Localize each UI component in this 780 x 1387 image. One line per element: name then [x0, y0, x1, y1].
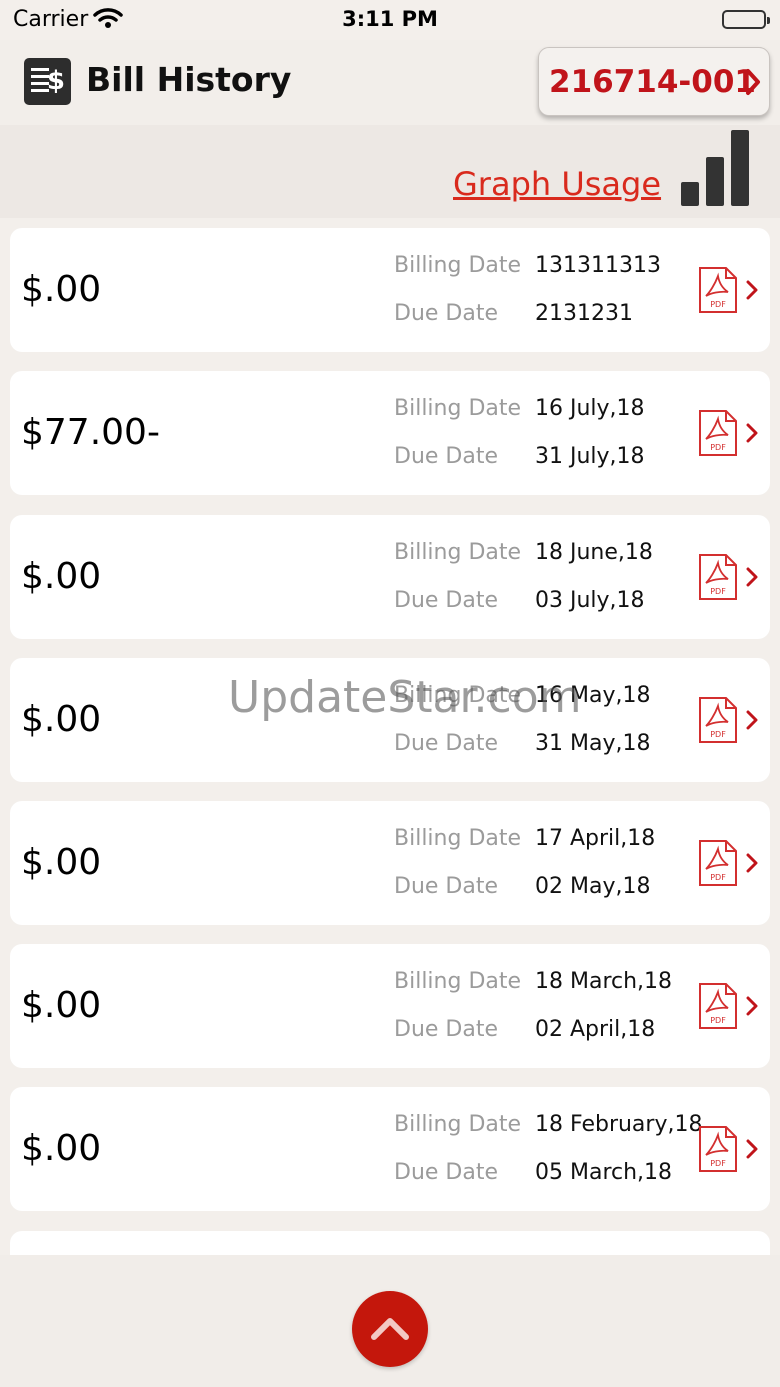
- billing-date-label: Billing Date: [394, 540, 522, 565]
- billing-date-value: 16 July,18: [535, 396, 645, 421]
- bill-amount: $.00: [21, 699, 102, 740]
- bill-row[interactable]: $.00 Billing Date 131311313 Due Date 213…: [10, 228, 770, 352]
- billing-date-label: Billing Date: [394, 253, 522, 278]
- bill-dollar-icon: $: [24, 58, 71, 105]
- due-date-value: 31 May,18: [535, 731, 651, 756]
- battery-icon: [722, 10, 770, 29]
- pdf-icon[interactable]: PDF: [698, 553, 738, 606]
- bill-amount: $.00: [21, 269, 102, 310]
- bill-row-partial[interactable]: [10, 1231, 770, 1255]
- pdf-icon[interactable]: PDF: [698, 696, 738, 749]
- graph-usage-link[interactable]: Graph Usage: [453, 165, 661, 203]
- status-bar: Carrier 3:11 PM: [0, 0, 780, 40]
- svg-text:PDF: PDF: [710, 1159, 726, 1168]
- due-date-value: 02 April,18: [535, 1017, 656, 1042]
- svg-text:PDF: PDF: [710, 443, 726, 452]
- chevron-right-icon: [746, 710, 758, 735]
- chevron-right-icon: [746, 853, 758, 878]
- pdf-icon[interactable]: PDF: [698, 839, 738, 892]
- bill-row[interactable]: $77.00- Billing Date 16 July,18 Due Date…: [10, 371, 770, 495]
- due-date-value: 31 July,18: [535, 444, 645, 469]
- chevron-up-icon: [371, 1318, 409, 1340]
- account-number: 216714-001: [549, 64, 756, 100]
- bar-chart-icon[interactable]: [681, 130, 751, 211]
- svg-text:PDF: PDF: [710, 873, 726, 882]
- nav-header: $ Bill History 216714-001: [0, 40, 780, 125]
- billing-date-value: 18 March,18: [535, 969, 673, 994]
- bill-row[interactable]: $.00 Billing Date 16 May,18 Due Date 31 …: [10, 658, 770, 782]
- pdf-icon[interactable]: PDF: [698, 409, 738, 462]
- svg-text:PDF: PDF: [710, 730, 726, 739]
- pdf-icon[interactable]: PDF: [698, 982, 738, 1035]
- billing-date-label: Billing Date: [394, 683, 522, 708]
- chevron-right-icon: [746, 280, 758, 305]
- svg-text:PDF: PDF: [710, 1016, 726, 1025]
- billing-date-label: Billing Date: [394, 1112, 522, 1137]
- chevron-right-icon: [746, 567, 758, 592]
- bill-row[interactable]: $.00 Billing Date 18 February,18 Due Dat…: [10, 1087, 770, 1211]
- billing-date-label: Billing Date: [394, 969, 522, 994]
- due-date-label: Due Date: [394, 1017, 498, 1042]
- billing-date-label: Billing Date: [394, 396, 522, 421]
- footer-bar: [0, 1255, 780, 1387]
- page-title: Bill History: [86, 60, 292, 99]
- billing-date-value: 16 May,18: [535, 683, 651, 708]
- due-date-value: 02 May,18: [535, 874, 651, 899]
- due-date-value: 2131231: [535, 301, 633, 326]
- graph-usage-section: Graph Usage: [0, 125, 780, 218]
- chevron-right-icon: [745, 68, 761, 101]
- bill-amount: $.00: [21, 842, 102, 883]
- billing-date-value: 17 April,18: [535, 826, 656, 851]
- bill-amount: $.00: [21, 1128, 102, 1169]
- due-date-value: 03 July,18: [535, 588, 645, 613]
- bill-row[interactable]: $.00 Billing Date 17 April,18 Due Date 0…: [10, 801, 770, 925]
- due-date-label: Due Date: [394, 731, 498, 756]
- pdf-icon[interactable]: PDF: [698, 1125, 738, 1178]
- due-date-label: Due Date: [394, 301, 498, 326]
- bill-row[interactable]: $.00 Billing Date 18 March,18 Due Date 0…: [10, 944, 770, 1068]
- bill-row[interactable]: $.00 Billing Date 18 June,18 Due Date 03…: [10, 515, 770, 639]
- billing-date-value: 18 February,18: [535, 1112, 703, 1137]
- billing-date-value: 131311313: [535, 253, 661, 278]
- clock: 3:11 PM: [342, 7, 438, 31]
- due-date-value: 05 March,18: [535, 1160, 673, 1185]
- bill-amount: $.00: [21, 985, 102, 1026]
- billing-date-label: Billing Date: [394, 826, 522, 851]
- bill-amount: $.00: [21, 556, 102, 597]
- chevron-right-icon: [746, 423, 758, 448]
- svg-text:PDF: PDF: [710, 300, 726, 309]
- due-date-label: Due Date: [394, 874, 498, 899]
- due-date-label: Due Date: [394, 588, 498, 613]
- pdf-icon[interactable]: PDF: [698, 266, 738, 319]
- due-date-label: Due Date: [394, 444, 498, 469]
- chevron-right-icon: [746, 1139, 758, 1164]
- account-selector-button[interactable]: 216714-001: [538, 47, 770, 116]
- bill-amount: $77.00-: [21, 412, 160, 453]
- svg-text:PDF: PDF: [710, 587, 726, 596]
- billing-date-value: 18 June,18: [535, 540, 653, 565]
- chevron-right-icon: [746, 996, 758, 1021]
- scroll-to-top-button[interactable]: [352, 1291, 428, 1367]
- due-date-label: Due Date: [394, 1160, 498, 1185]
